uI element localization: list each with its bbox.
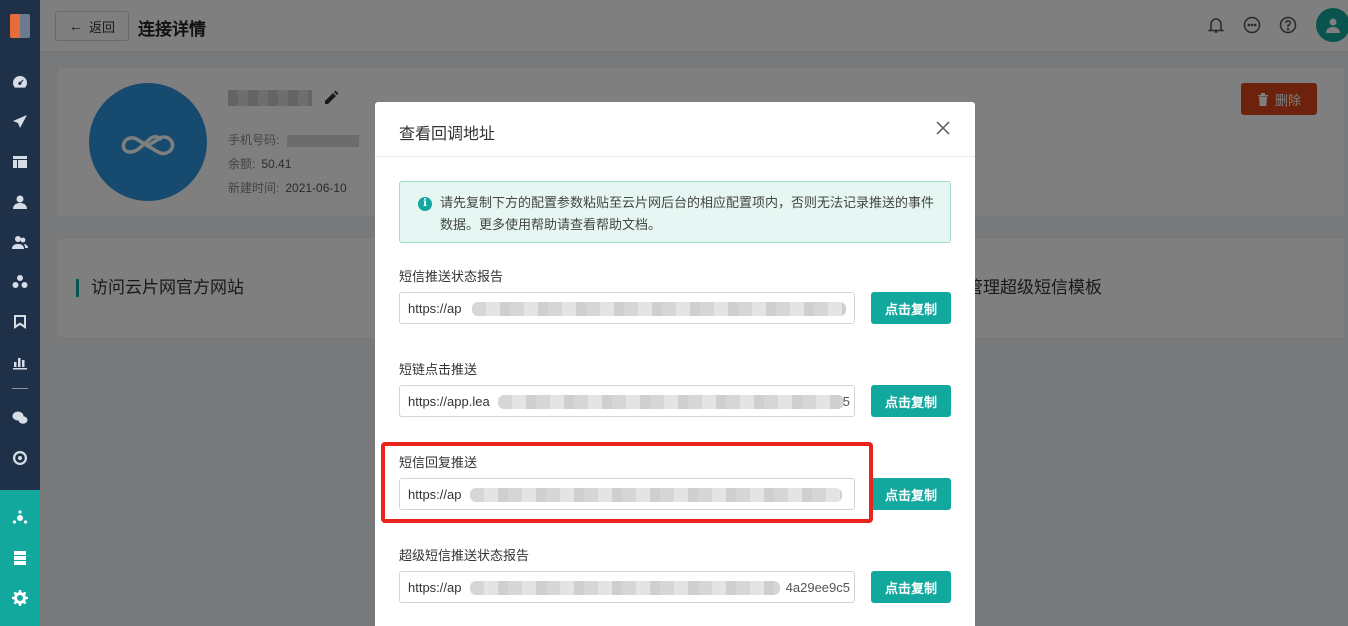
layout-icon[interactable] xyxy=(10,152,30,172)
app-logo[interactable] xyxy=(10,14,30,38)
url-redacted xyxy=(472,302,846,316)
url-redacted xyxy=(470,581,780,595)
url-field-sms-status[interactable]: https://ap xyxy=(399,292,855,324)
sidebar xyxy=(0,0,40,626)
highlight-annotation-box xyxy=(381,442,873,523)
sidebar-divider xyxy=(12,388,28,389)
callback-url-modal: 查看回调地址 i 请先复制下方的配置参数粘贴至云片网后台的相应配置项内，否则无法… xyxy=(375,102,975,626)
send-icon[interactable] xyxy=(10,112,30,132)
url-field-link-click[interactable]: https://app.lea 5 xyxy=(399,385,855,417)
dashboard-icon[interactable] xyxy=(10,72,30,92)
url-field-text: https://app.lea xyxy=(408,394,490,409)
user-icon[interactable] xyxy=(10,192,30,212)
settings-icon[interactable] xyxy=(10,588,30,608)
copy-button-link-click[interactable]: 点击复制 xyxy=(871,385,951,417)
url-redacted xyxy=(498,395,844,409)
users-icon[interactable] xyxy=(10,232,30,252)
url-field-text: https://ap xyxy=(408,301,462,316)
url-field-super-sms-status[interactable]: https://ap 4a29ee9c5 xyxy=(399,571,855,603)
server-icon[interactable] xyxy=(10,548,30,568)
field-label-link-click: 短链点击推送 xyxy=(399,362,478,377)
url-field-tail: 5 xyxy=(842,394,850,409)
modal-title: 查看回调地址 xyxy=(399,126,496,143)
bar-chart-icon[interactable] xyxy=(10,352,30,372)
wechat-icon[interactable] xyxy=(10,408,30,428)
alert-text: 请先复制下方的配置参数粘贴至云片网后台的相应配置项内，否则无法记录推送的事件数据… xyxy=(440,195,935,232)
copy-button-sms-reply[interactable]: 点击复制 xyxy=(871,478,951,510)
bookmark-icon[interactable] xyxy=(10,312,30,332)
copy-button-super-sms-status[interactable]: 点击复制 xyxy=(871,571,951,603)
modal-header: 查看回调地址 xyxy=(375,102,975,157)
url-field-text: https://ap xyxy=(408,580,462,595)
copy-button-sms-status[interactable]: 点击复制 xyxy=(871,292,951,324)
field-label-sms-status: 短信推送状态报告 xyxy=(399,269,504,284)
target-icon[interactable] xyxy=(10,448,30,468)
group-icon[interactable] xyxy=(10,272,30,292)
field-label-super-sms-status: 超级短信推送状态报告 xyxy=(399,548,530,563)
close-icon[interactable] xyxy=(935,120,951,136)
sidebar-bottom-section xyxy=(0,490,40,626)
integration-icon[interactable] xyxy=(10,508,30,528)
url-field-tail: 4a29ee9c5 xyxy=(785,580,850,595)
info-alert: i 请先复制下方的配置参数粘贴至云片网后台的相应配置项内，否则无法记录推送的事件… xyxy=(399,181,951,243)
info-icon: i xyxy=(418,197,432,211)
